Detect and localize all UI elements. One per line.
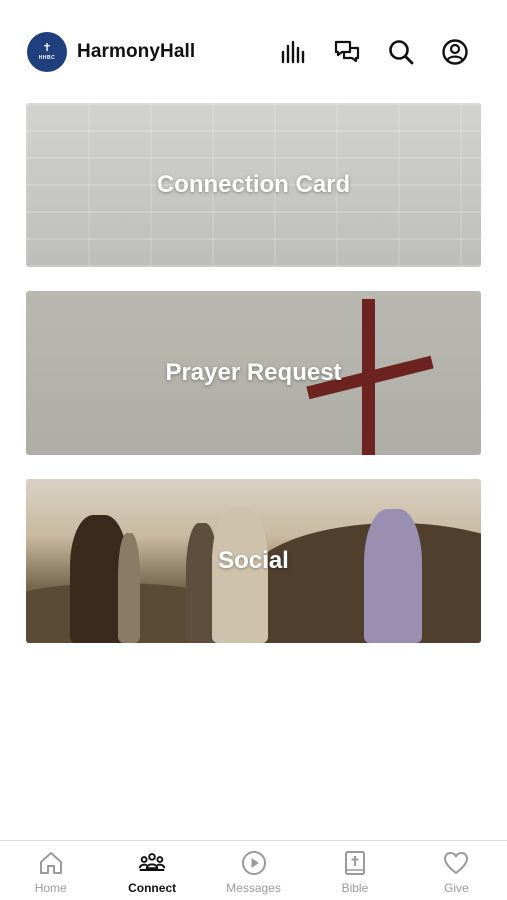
audio-button[interactable] (266, 32, 320, 72)
tab-connect[interactable]: Connect (101, 841, 202, 900)
profile-icon (442, 39, 468, 65)
chat-button[interactable] (320, 32, 374, 72)
tab-connect-label: Connect (128, 881, 177, 895)
bottom-tab-bar: Home Connect Messages Bible Give (0, 840, 507, 900)
play-circle-icon (241, 851, 266, 875)
profile-button[interactable] (428, 32, 482, 72)
logo-abbr: HHBC (38, 55, 56, 61)
church-logo[interactable]: ✝ HHBC (27, 32, 67, 72)
tab-give-label: Give (443, 881, 469, 895)
connection-card-label: Connection Card (156, 171, 351, 198)
app-header: ✝ HHBC HarmonyHall (27, 28, 482, 76)
tab-bible-label: Bible (341, 881, 369, 895)
prayer-request-card[interactable]: Prayer Request (26, 291, 481, 455)
tab-messages-label: Messages (226, 881, 281, 895)
people-icon (138, 853, 166, 871)
heart-icon (444, 852, 469, 874)
tab-messages[interactable]: Messages (203, 841, 304, 900)
prayer-request-label: Prayer Request (165, 359, 342, 386)
tab-home-label: Home (34, 881, 67, 895)
social-card-label: Social (218, 547, 289, 574)
tab-bible[interactable]: Bible (304, 841, 405, 900)
tab-give[interactable]: Give (406, 841, 507, 900)
header-actions (266, 32, 482, 72)
home-icon (39, 852, 62, 874)
logo-cross: ✝ (42, 42, 52, 54)
connection-card[interactable]: Connection Card (26, 103, 481, 267)
app-title: HarmonyHall (77, 41, 196, 62)
chat-icon (334, 40, 360, 63)
search-icon (389, 40, 414, 65)
status-bar (0, 0, 507, 22)
social-card[interactable]: Social (26, 479, 481, 643)
connect-cards: Connection Card Prayer Request Social (26, 103, 481, 667)
tab-home[interactable]: Home (0, 841, 101, 900)
bible-icon (344, 851, 365, 875)
person-silhouette (212, 507, 268, 643)
search-button[interactable] (374, 32, 428, 72)
audio-bars-icon (281, 40, 305, 64)
person-silhouette (364, 509, 422, 643)
person-silhouette (118, 533, 140, 643)
